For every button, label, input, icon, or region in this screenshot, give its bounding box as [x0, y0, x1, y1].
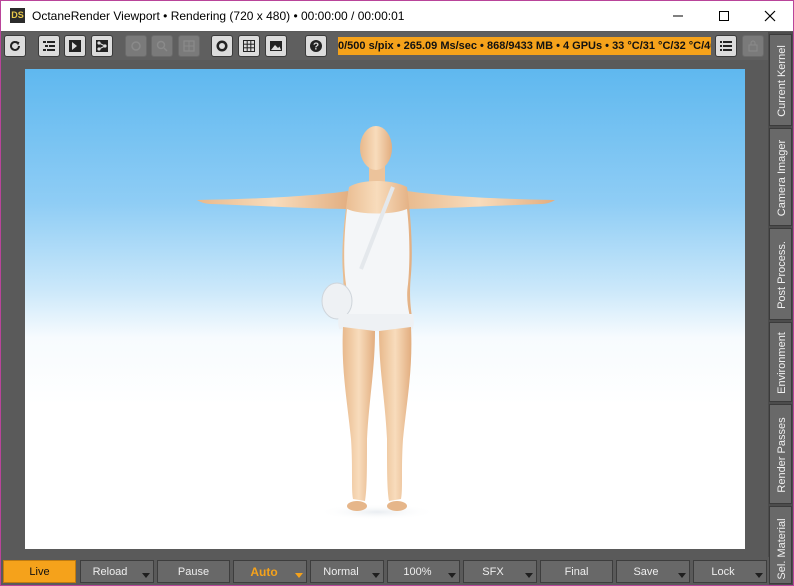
auto-button[interactable]: Auto — [233, 560, 307, 583]
node-graph-button[interactable] — [91, 35, 113, 57]
save-button-label: Save — [633, 565, 659, 578]
normal-button-label: Normal — [323, 565, 359, 578]
viewport-toolbar: ? 0/500 s/pix • 265.09 Ms/sec • 868/9433… — [1, 32, 769, 60]
tab-camera-imager-label: Camera Imager — [776, 139, 788, 217]
tab-render-passes[interactable]: Render Passes — [769, 404, 792, 504]
daz-studio-app-icon: DS — [10, 8, 25, 23]
figure-left-arm — [197, 191, 351, 209]
tab-sel-material[interactable]: Sel. Material — [769, 506, 792, 584]
figure-left-leg — [342, 327, 375, 501]
restart-render-button[interactable] — [4, 35, 26, 57]
chevron-down-icon[interactable] — [678, 573, 686, 578]
background-image-button[interactable] — [265, 35, 287, 57]
tab-current-kernel-label: Current Kernel — [776, 45, 788, 117]
region-render-button[interactable] — [178, 35, 200, 57]
send-icon — [69, 40, 81, 52]
maximize-button[interactable] — [701, 1, 747, 31]
tab-environment-label: Environment — [776, 332, 788, 394]
focus-icon — [131, 41, 141, 51]
tab-render-passes-label: Render Passes — [776, 417, 788, 493]
figure-right-foot — [387, 501, 407, 511]
title-bar: DS OctaneRender Viewport • Rendering (72… — [1, 1, 793, 31]
figure-left-foot — [347, 501, 367, 511]
node-graph-icon — [96, 40, 108, 52]
normal-button[interactable]: Normal — [310, 560, 384, 583]
chevron-down-icon[interactable] — [755, 573, 763, 578]
zoom-icon — [156, 40, 168, 52]
bottom-control-bar: Live Reload Pause Auto Normal 100% SFX F… — [1, 557, 769, 585]
pause-button[interactable]: Pause — [157, 560, 230, 583]
settings-menu-button[interactable] — [715, 35, 737, 57]
minimize-icon — [673, 15, 683, 17]
side-tab-panel: Current Kernel Camera Imager Post Proces… — [768, 32, 793, 585]
render-statistics-text: 0/500 s/pix • 265.09 Ms/sec • 868/9433 M… — [338, 40, 711, 52]
viewport-area — [1, 60, 769, 557]
figure-right-leg — [379, 327, 412, 501]
render-image[interactable] — [25, 69, 745, 549]
zoom-100-button-label: 100% — [403, 565, 432, 578]
zoom-100-button[interactable]: 100% — [387, 560, 460, 583]
help-icon: ? — [310, 40, 322, 53]
lock-button-label: Lock — [711, 565, 735, 578]
tab-current-kernel[interactable]: Current Kernel — [769, 34, 792, 126]
lock-icon — [748, 40, 758, 52]
live-button-label: Live — [29, 565, 50, 578]
region-icon — [183, 40, 195, 52]
scene-list-button[interactable] — [38, 35, 60, 57]
maximize-icon — [719, 11, 729, 21]
auto-button-label: Auto — [250, 564, 278, 579]
grid-icon — [243, 40, 255, 52]
chevron-down-icon[interactable] — [295, 573, 303, 578]
reload-button[interactable]: Reload — [80, 560, 154, 583]
figure-head — [360, 126, 392, 170]
chevron-down-icon[interactable] — [525, 573, 533, 578]
tab-camera-imager[interactable]: Camera Imager — [769, 128, 792, 226]
minimize-button[interactable] — [655, 1, 701, 31]
svg-text:?: ? — [313, 42, 319, 53]
rendered-figure — [197, 126, 555, 520]
image-icon — [270, 41, 282, 51]
chevron-down-icon[interactable] — [142, 573, 150, 578]
reload-button-label: Reload — [92, 565, 128, 578]
final-button[interactable]: Final — [540, 560, 613, 583]
grid-overlay-button[interactable] — [238, 35, 260, 57]
figure-bag — [321, 282, 353, 320]
focus-picker-button[interactable] — [125, 35, 147, 57]
figure-shadow — [317, 504, 437, 520]
save-button[interactable]: Save — [616, 560, 690, 583]
chevron-down-icon[interactable] — [448, 573, 456, 578]
pause-button-label: Pause — [177, 565, 210, 578]
lock-button[interactable]: Lock — [693, 560, 767, 583]
tab-sel-material-label: Sel. Material — [776, 518, 788, 580]
chevron-down-icon[interactable] — [372, 573, 380, 578]
sfx-button[interactable]: SFX — [463, 560, 537, 583]
sfx-button-label: SFX — [482, 565, 504, 578]
tab-environment[interactable]: Environment — [769, 322, 792, 402]
menu-icon — [720, 41, 732, 51]
live-button[interactable]: Live — [3, 560, 76, 583]
figure-right-arm — [403, 191, 555, 209]
octane-viewport-window: DS OctaneRender Viewport • Rendering (72… — [0, 0, 794, 586]
final-button-label: Final — [564, 565, 589, 578]
render-statistics-bar: 0/500 s/pix • 265.09 Ms/sec • 868/9433 M… — [338, 37, 711, 55]
close-button[interactable] — [747, 1, 793, 31]
close-icon — [764, 10, 776, 22]
scene-list-icon — [43, 41, 55, 51]
window-title: OctaneRender Viewport • Rendering (720 x… — [32, 9, 405, 23]
zoom-picker-button[interactable] — [151, 35, 173, 57]
help-button[interactable]: ? — [305, 35, 327, 57]
lock-panel-button[interactable] — [742, 35, 764, 57]
tab-post-process[interactable]: Post Process. — [769, 228, 792, 320]
send-to-octane-button[interactable] — [64, 35, 86, 57]
refresh-icon — [10, 40, 20, 51]
record-icon — [216, 40, 228, 52]
record-button[interactable] — [211, 35, 233, 57]
tab-post-process-label: Post Process. — [776, 241, 788, 309]
